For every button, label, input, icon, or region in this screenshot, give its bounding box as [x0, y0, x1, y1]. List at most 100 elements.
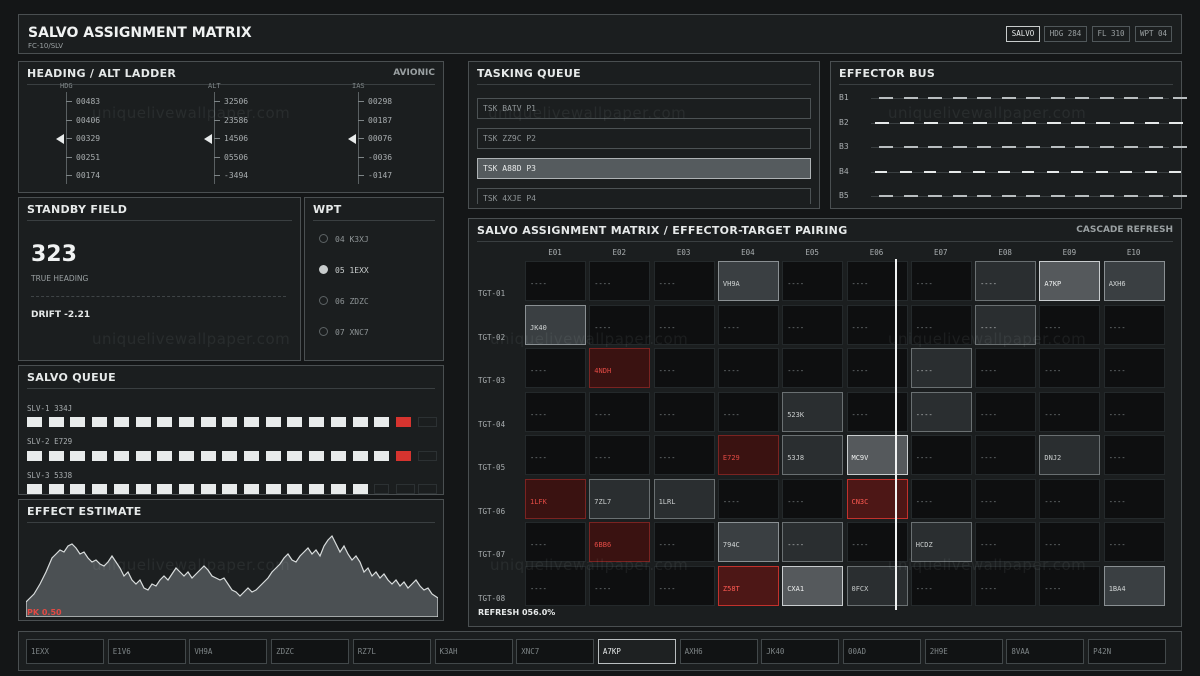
matrix-cell[interactable]: ---- [653, 522, 715, 562]
matrix-cell[interactable]: MC9V [846, 435, 908, 475]
matrix-cell[interactable]: 1LRL [653, 478, 715, 519]
matrix-cell[interactable]: ---- [589, 565, 651, 606]
matrix-cell[interactable]: JK40 [525, 304, 586, 345]
matrix-cell[interactable]: AXH6 [1103, 261, 1165, 301]
matrix-cell[interactable]: ---- [782, 304, 844, 345]
footer-chip[interactable]: 2H9E [924, 639, 1003, 664]
matrix-cell[interactable]: ---- [525, 565, 586, 606]
matrix-cell[interactable]: ---- [1039, 348, 1101, 388]
footer-chip[interactable]: ZDZC [271, 639, 350, 664]
matrix-cell[interactable]: ---- [589, 391, 651, 432]
matrix-cell[interactable]: DNJ2 [1039, 435, 1101, 475]
matrix-cell[interactable]: ---- [717, 478, 779, 519]
matrix-cell[interactable]: ---- [1103, 391, 1165, 432]
matrix-cell[interactable]: ---- [975, 478, 1037, 519]
tab-salvo[interactable]: SALVO [1006, 26, 1040, 42]
matrix-cell[interactable]: ---- [910, 261, 972, 301]
footer-chip[interactable]: JK40 [761, 639, 840, 664]
matrix-cell[interactable]: ---- [653, 391, 715, 432]
matrix-cell[interactable]: ---- [975, 565, 1037, 606]
matrix-cell[interactable]: 6BB6 [589, 522, 651, 562]
matrix-cell[interactable]: 1BA4 [1103, 565, 1165, 606]
matrix-cell[interactable]: ---- [589, 304, 651, 345]
matrix-cell[interactable]: ---- [653, 565, 715, 606]
matrix-cell[interactable]: ---- [975, 261, 1037, 301]
matrix-cell[interactable]: ---- [1039, 565, 1101, 606]
footer-chip[interactable]: 1EXX [26, 639, 104, 664]
task-item[interactable]: TSK ZZ9C P2 [477, 128, 811, 149]
footer-chip[interactable]: 8VAA [1006, 639, 1085, 664]
matrix-cell[interactable]: 53J8 [782, 435, 844, 475]
matrix-cell[interactable]: ---- [782, 261, 844, 301]
matrix-cell[interactable]: ---- [525, 348, 586, 388]
matrix-cell[interactable]: 4NDH [589, 348, 651, 388]
matrix-cell[interactable]: ---- [1039, 304, 1101, 345]
matrix-cell[interactable]: ---- [653, 435, 715, 475]
matrix-cell[interactable]: CN3C [846, 478, 908, 519]
footer-chip[interactable]: VH9A [189, 639, 268, 664]
matrix-cell[interactable]: ---- [525, 522, 586, 562]
matrix-cell[interactable]: ---- [910, 304, 972, 345]
matrix-cell[interactable]: ---- [846, 348, 908, 388]
footer-chip[interactable]: E1V6 [107, 639, 186, 664]
matrix-cell[interactable]: ---- [846, 304, 908, 345]
footer-chip[interactable]: AXH6 [679, 639, 758, 664]
matrix-cell[interactable]: ---- [975, 304, 1037, 345]
matrix-cell[interactable]: ---- [910, 348, 972, 388]
matrix-cell[interactable]: A7KP [1039, 261, 1101, 301]
cascade-refresh-button[interactable]: CASCADE REFRESH [1076, 225, 1173, 235]
matrix-cell[interactable]: ---- [1039, 391, 1101, 432]
matrix-cell[interactable]: ---- [717, 304, 779, 345]
tab-wpt[interactable]: WPT 04 [1135, 26, 1172, 42]
matrix-cell[interactable]: ---- [1103, 435, 1165, 475]
matrix-cell[interactable]: ---- [1103, 348, 1165, 388]
footer-chip[interactable]: A7KP [597, 639, 676, 664]
matrix-cell[interactable]: ---- [653, 348, 715, 388]
matrix-cell[interactable]: VH9A [717, 261, 779, 301]
matrix-cell[interactable]: E729 [717, 435, 779, 475]
matrix-cell[interactable]: ---- [975, 435, 1037, 475]
task-item-selected[interactable]: TSK A88D P3 [477, 158, 811, 179]
matrix-cell[interactable]: ---- [1103, 522, 1165, 562]
matrix-cell[interactable]: ---- [589, 435, 651, 475]
matrix-cell[interactable]: ---- [525, 391, 586, 432]
footer-chip[interactable]: XNC7 [516, 639, 595, 664]
footer-chip[interactable]: RZ7L [352, 639, 431, 664]
matrix-cell[interactable]: ---- [717, 391, 779, 432]
matrix-cell[interactable]: ---- [1039, 522, 1101, 562]
matrix-cell[interactable]: HCDZ [910, 522, 972, 562]
matrix-cell[interactable]: ---- [653, 261, 715, 301]
matrix-cell[interactable]: ---- [1103, 478, 1165, 519]
matrix-cell[interactable]: ---- [717, 348, 779, 388]
matrix-cell[interactable]: CXA1 [782, 565, 844, 606]
matrix-cell[interactable]: ---- [525, 435, 586, 475]
matrix-cell[interactable]: ---- [782, 348, 844, 388]
matrix-cell[interactable]: ---- [846, 522, 908, 562]
matrix-cell[interactable]: 794C [717, 522, 779, 562]
matrix-cell[interactable]: 0FCX [846, 565, 908, 606]
matrix-cell[interactable]: ---- [910, 478, 972, 519]
matrix-cell[interactable]: ---- [653, 304, 715, 345]
matrix-cell[interactable]: Z58T [717, 565, 779, 606]
matrix-cell[interactable]: ---- [975, 391, 1037, 432]
matrix-cell[interactable]: ---- [910, 565, 972, 606]
footer-chip[interactable]: 00AD [843, 639, 921, 664]
matrix-cell[interactable]: 7ZL7 [589, 478, 651, 519]
task-item[interactable]: TSK 4XJE P4 [477, 188, 811, 204]
footer-chip[interactable]: K3AH [434, 639, 513, 664]
matrix-cell[interactable]: ---- [910, 435, 972, 475]
matrix-cell[interactable]: ---- [589, 261, 651, 301]
matrix-cell[interactable]: 1LFK [525, 478, 586, 519]
matrix-cell[interactable]: ---- [782, 478, 844, 519]
matrix-cell[interactable]: 523K [782, 391, 844, 432]
matrix-cell[interactable]: ---- [846, 261, 908, 301]
tab-fl[interactable]: FL 310 [1092, 26, 1130, 42]
matrix-cell[interactable]: ---- [910, 391, 972, 432]
matrix-cell[interactable]: ---- [782, 522, 844, 562]
tab-hdg[interactable]: HDG 284 [1044, 26, 1087, 42]
footer-chip[interactable]: P42N [1088, 639, 1167, 664]
task-item[interactable]: TSK BATV P1 [477, 98, 811, 119]
matrix-cell[interactable]: ---- [846, 391, 908, 432]
matrix-cell[interactable]: ---- [1103, 304, 1165, 345]
matrix-cell[interactable]: ---- [975, 348, 1037, 388]
